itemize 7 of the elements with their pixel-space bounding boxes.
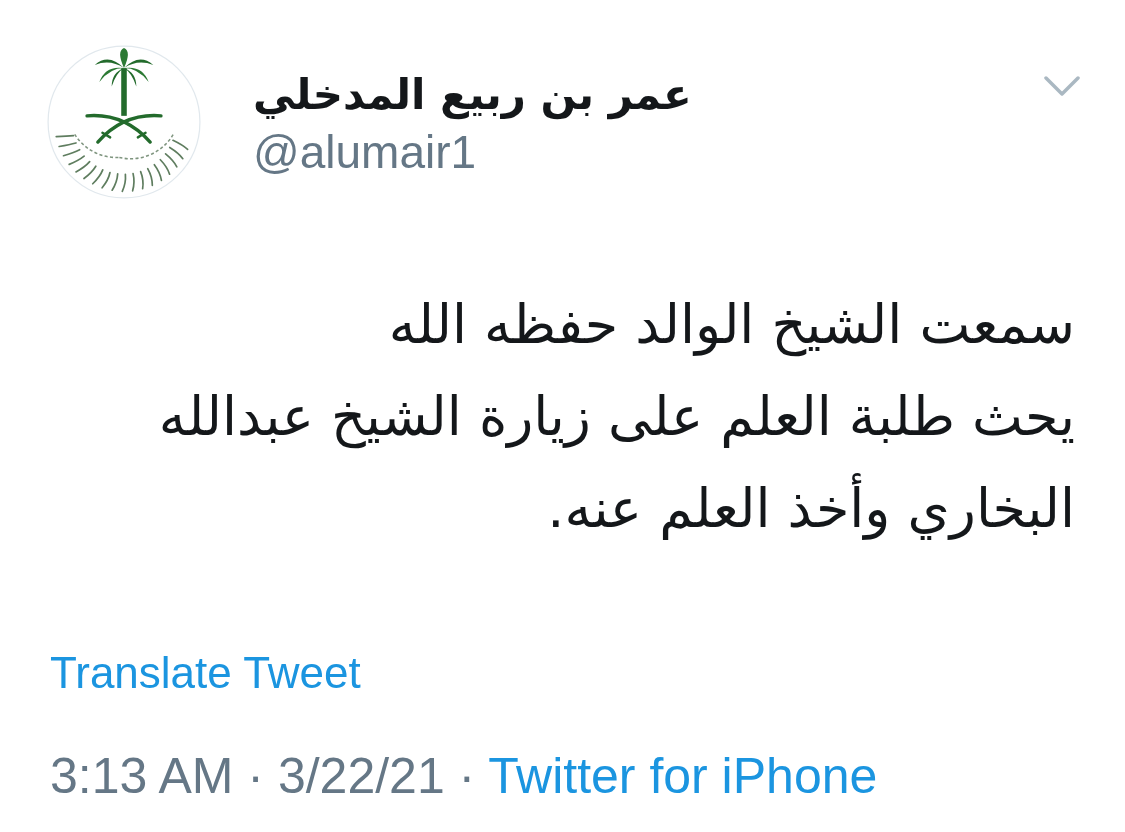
tweet-text: سمعت الشيخ الوالد حفظه الله يحث طلبة العلم على زيارة الشيخ عبدالله البخاري وأخذ العلم عنه. [158,292,1075,542]
source-link[interactable]: Twitter for iPhone [488,747,878,805]
author-handle: @alumair1 [253,125,477,179]
translate-link[interactable]: Translate Tweet [50,647,361,699]
timestamp: 3:13 AM · 3/22/21 · [50,747,476,805]
palm-and-swords-avatar-drawing[interactable] [47,45,201,199]
author-name: عمر بن ربيع المدخلي [253,69,692,122]
